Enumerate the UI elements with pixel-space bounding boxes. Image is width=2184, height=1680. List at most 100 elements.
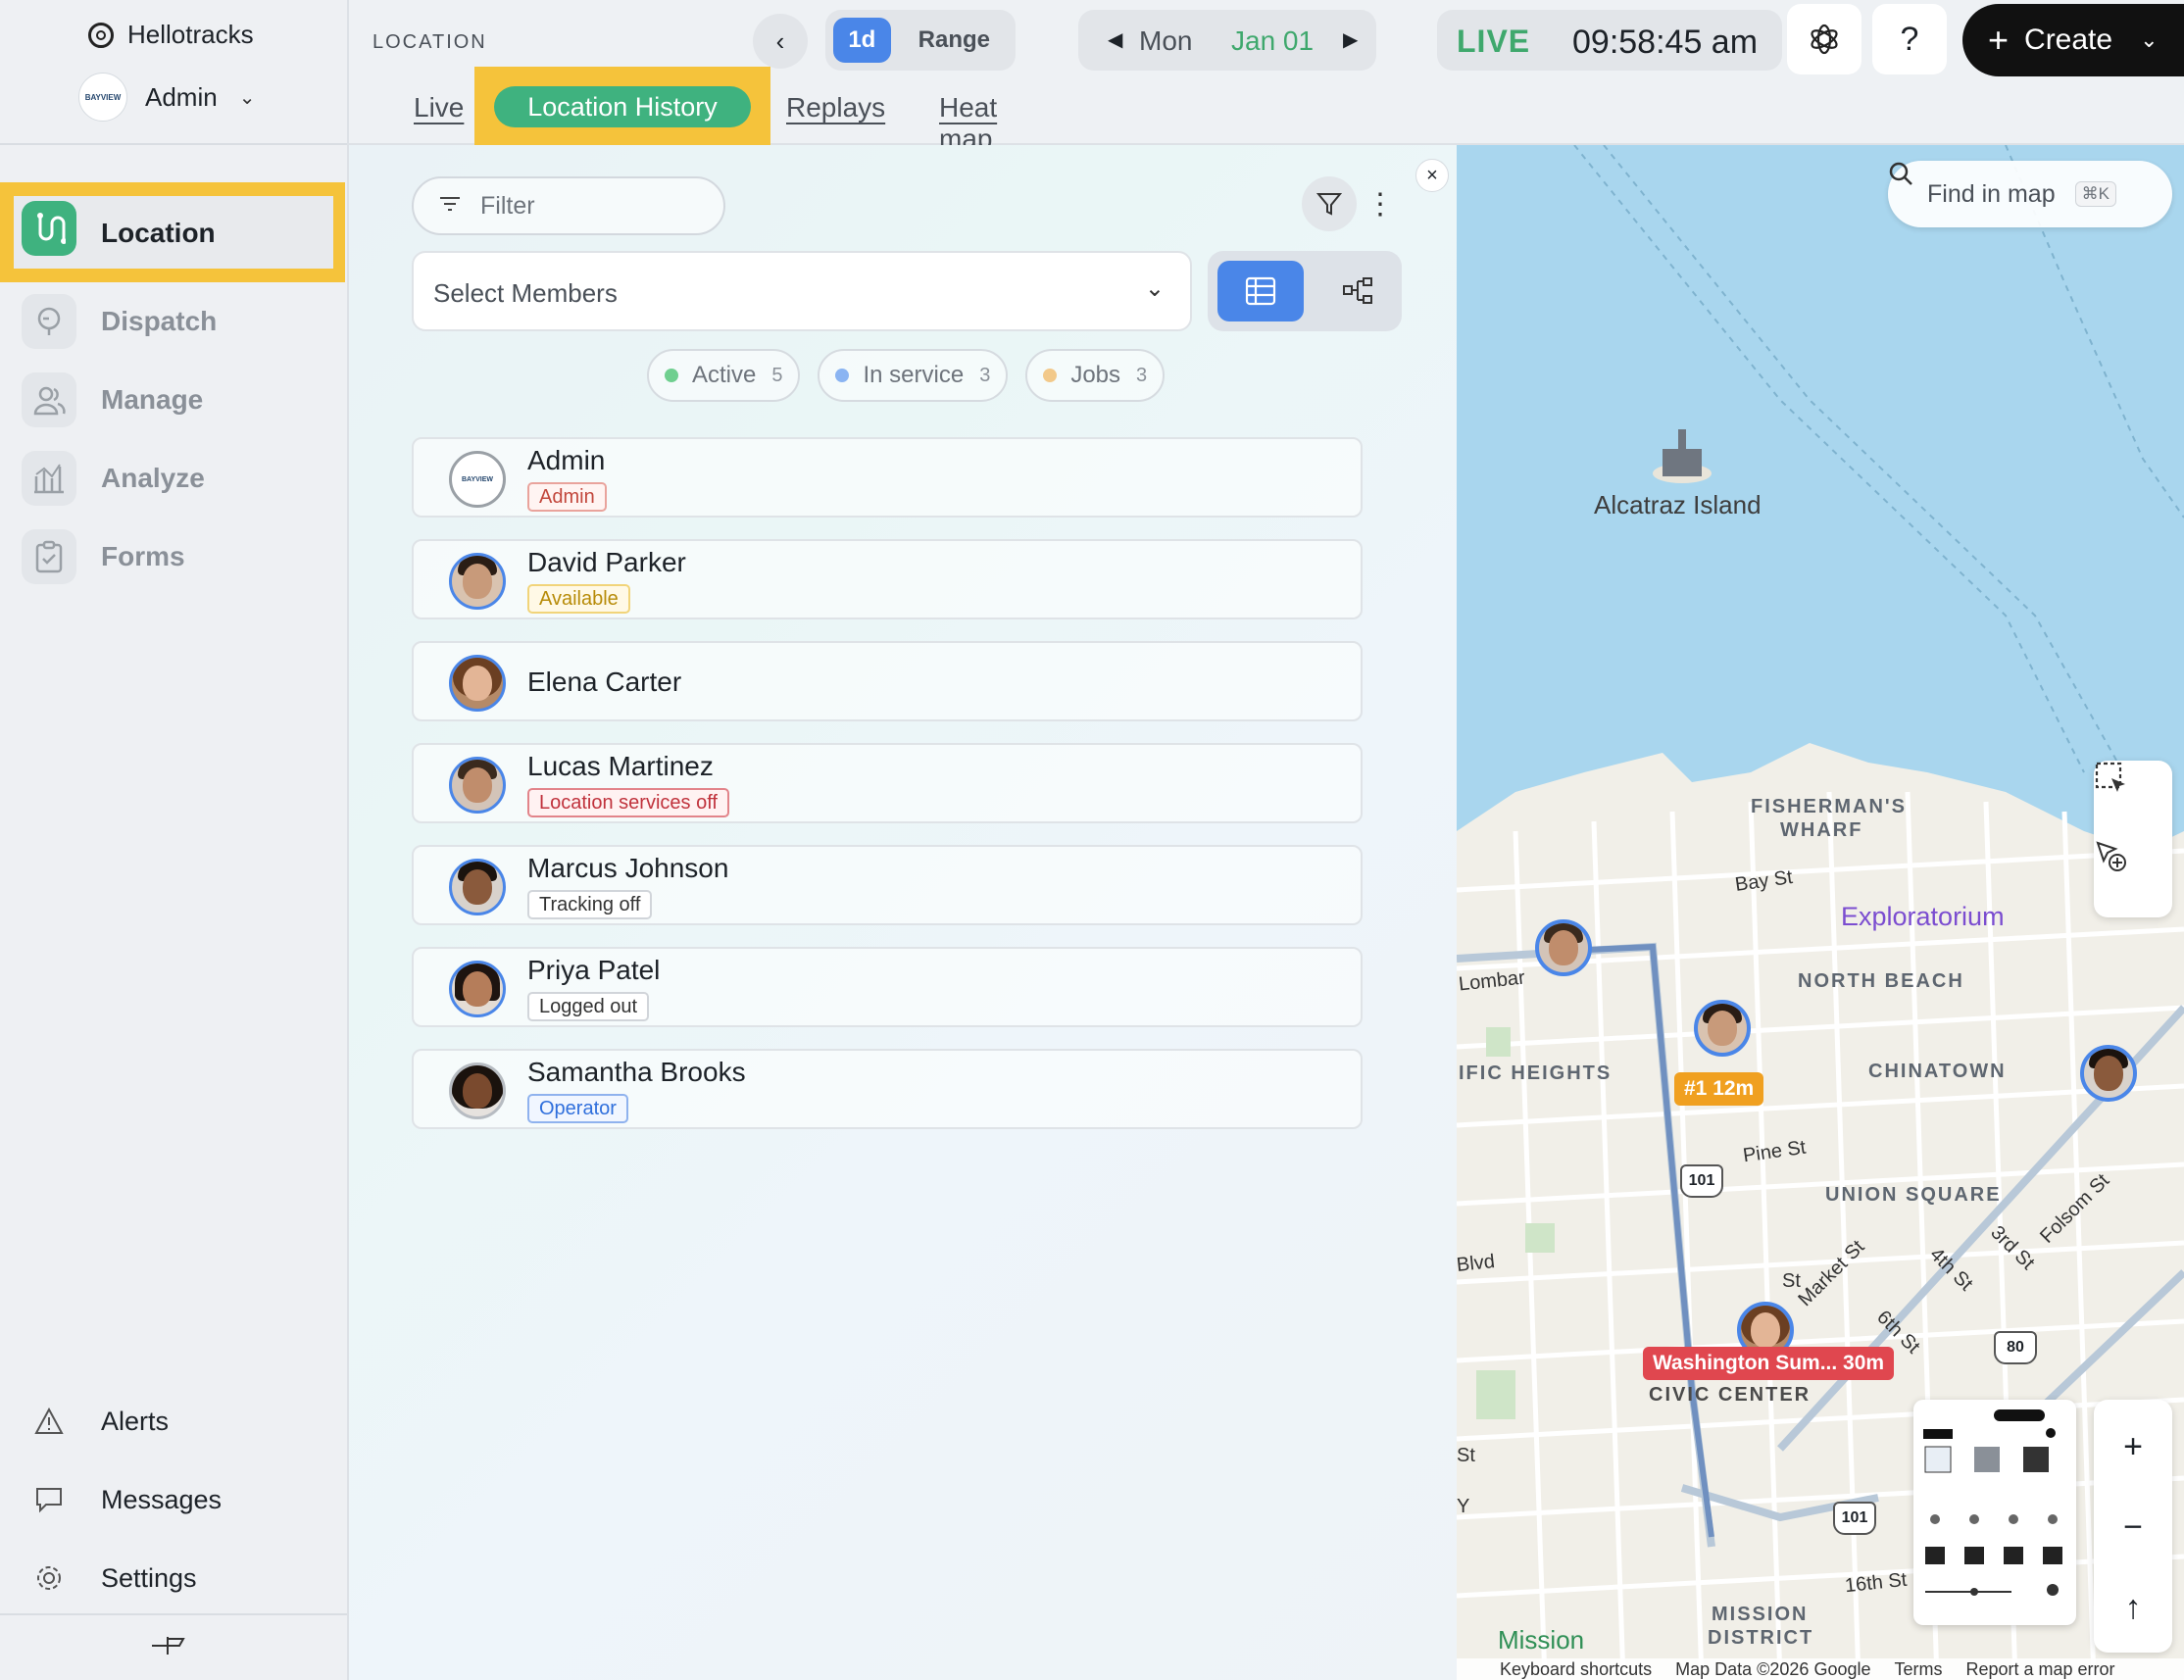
map-label-pacific-heights: IFIC HEIGHTS <box>1459 1062 1613 1084</box>
zoom-in-button[interactable]: + <box>2094 1408 2172 1486</box>
nav-item-analyze[interactable]: Analyze <box>0 439 347 518</box>
chip-active[interactable]: Active 5 <box>647 349 801 402</box>
nav-item-location[interactable]: Location <box>0 182 347 282</box>
create-label: Create <box>2024 24 2113 56</box>
select-area-icon[interactable] <box>2094 761 2172 839</box>
map-layers-panel[interactable] <box>1913 1400 2076 1625</box>
map-tools <box>2094 761 2172 917</box>
chart-icon <box>22 451 76 506</box>
keyboard-shortcuts-link[interactable]: Keyboard shortcuts <box>1500 1659 1652 1680</box>
member-row[interactable]: Lucas Martinez Location services off <box>412 743 1363 823</box>
map-poi-exploratorium[interactable]: Exploratorium <box>1841 902 2005 932</box>
users-icon <box>22 372 76 427</box>
brand[interactable]: Hellotracks <box>88 20 254 50</box>
member-marker[interactable] <box>1694 1000 1751 1057</box>
nav-item-messages[interactable]: Messages <box>0 1460 347 1539</box>
report-error-link[interactable]: Report a map error <box>1965 1659 2114 1680</box>
nav-item-settings[interactable]: Settings <box>0 1539 347 1617</box>
member-marker[interactable] <box>2080 1045 2137 1102</box>
map-street-st: St <box>1782 1270 1801 1292</box>
next-day-icon[interactable]: ▶ <box>1343 27 1358 52</box>
org-switcher[interactable]: BAYVIEW Admin ⌄ <box>78 73 255 122</box>
ai-assistant-button[interactable] <box>1787 4 1861 74</box>
chip-count: 3 <box>1136 364 1148 386</box>
ai-icon <box>1811 24 1838 55</box>
member-row[interactable]: David Parker Available <box>412 539 1363 619</box>
divider <box>0 143 347 145</box>
nav-label: Settings <box>101 1562 197 1593</box>
previous-day-icon[interactable]: ◀ <box>1108 27 1122 52</box>
job-tag[interactable]: Washington Sum... 30m <box>1643 1347 1895 1380</box>
tab-live[interactable]: Live <box>414 92 464 124</box>
chip-jobs[interactable]: Jobs 3 <box>1025 349 1166 402</box>
nav-label: Location <box>101 218 216 248</box>
filter-lines-icon <box>439 195 461 218</box>
tree-view-button[interactable] <box>1325 261 1392 321</box>
hellotracks-logo-icon <box>88 22 114 48</box>
back-button[interactable]: ‹ <box>753 14 808 69</box>
highlight-box: Location History <box>474 67 770 145</box>
help-button[interactable]: ? <box>1872 4 1947 74</box>
alert-icon <box>33 1406 65 1437</box>
status-badge: Location services off <box>527 788 729 817</box>
reset-north-icon[interactable]: ↑ <box>2094 1568 2172 1647</box>
bottom-nav: Alerts Messages Settings <box>0 1382 347 1617</box>
view-toggle <box>1208 251 1402 331</box>
member-row[interactable]: BAYVIEW Admin Admin <box>412 437 1363 518</box>
add-place-icon[interactable] <box>2094 839 2172 917</box>
divider <box>0 1613 347 1615</box>
range-1d-button[interactable]: 1d <box>833 18 891 63</box>
status-dot <box>665 369 678 382</box>
list-view-button[interactable] <box>1217 261 1304 321</box>
avatar <box>449 655 506 712</box>
more-options-icon[interactable]: ⋮ <box>1363 176 1398 231</box>
chip-label: Jobs <box>1070 362 1121 388</box>
create-button[interactable]: + Create ⌄ <box>1962 4 2184 76</box>
collapse-sidebar-icon[interactable] <box>149 1629 188 1662</box>
terms-link[interactable]: Terms <box>1894 1659 1942 1680</box>
clipboard-icon <box>22 529 76 584</box>
close-icon[interactable]: × <box>1415 159 1449 192</box>
range-custom-button[interactable]: Range <box>901 18 1008 63</box>
nav-label: Analyze <box>101 463 205 493</box>
find-in-map-search[interactable]: Find in map ⌘K <box>1888 161 2172 227</box>
map-label-mission-district2: DISTRICT <box>1708 1627 1814 1649</box>
member-row[interactable]: Elena Carter <box>412 641 1363 721</box>
funnel-filter-button[interactable] <box>1302 176 1357 231</box>
member-row[interactable]: Marcus Johnson Tracking off <box>412 845 1363 925</box>
member-row[interactable]: Samantha Brooks Operator <box>412 1049 1363 1129</box>
date-label[interactable]: Jan 01 <box>1231 25 1314 57</box>
highway-80-icon: 80 <box>1994 1331 2037 1364</box>
select-members-dropdown[interactable]: Select Members ⌄ <box>412 251 1192 331</box>
member-name: Admin <box>527 445 606 475</box>
nav-item-forms[interactable]: Forms <box>0 518 347 596</box>
nav-label: Messages <box>101 1484 223 1514</box>
status-chips: Active 5 In service 3 Jobs 3 <box>647 349 1166 402</box>
chip-in-service[interactable]: In service 3 <box>818 349 1009 402</box>
clock-time: 09:58:45 am <box>1572 24 1759 61</box>
tab-location-history[interactable]: Location History <box>494 86 751 127</box>
status-badge: Tracking off <box>527 890 653 919</box>
nav-item-alerts[interactable]: Alerts <box>0 1382 347 1460</box>
nav-item-manage[interactable]: Manage <box>0 361 347 439</box>
job-tag[interactable]: #1 12m <box>1674 1072 1764 1106</box>
status-badge: Operator <box>527 1094 628 1123</box>
member-name: David Parker <box>527 547 686 577</box>
member-list: BAYVIEW Admin Admin David Parker Availab… <box>412 437 1363 1151</box>
filter-input[interactable]: Filter <box>412 176 725 235</box>
member-marker[interactable] <box>1535 919 1592 976</box>
nav-item-dispatch[interactable]: Dispatch <box>0 282 347 361</box>
map-view[interactable]: Find in map ⌘K Alcatraz Island FISHERMAN… <box>1457 145 2184 1680</box>
status-badge: Admin <box>527 482 607 512</box>
funnel-icon <box>1316 193 1342 216</box>
tab-replays[interactable]: Replays <box>786 92 885 124</box>
live-indicator[interactable]: LIVE <box>1457 24 1530 60</box>
map-street-st2: St <box>1457 1445 1475 1466</box>
chip-count: 5 <box>771 364 783 386</box>
find-in-map-placeholder: Find in map <box>1927 179 2056 208</box>
zoom-out-button[interactable]: − <box>2094 1488 2172 1566</box>
highway-101-icon: 101 <box>1680 1164 1723 1198</box>
member-row[interactable]: Priya Patel Logged out <box>412 947 1363 1027</box>
chevron-down-icon[interactable]: ⌄ <box>2140 27 2158 53</box>
member-name: Elena Carter <box>527 667 682 697</box>
